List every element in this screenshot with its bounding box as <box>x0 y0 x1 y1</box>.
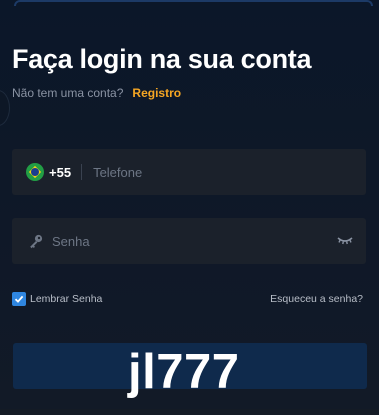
forgot-password-link[interactable]: Esqueceu a senha? <box>270 293 363 305</box>
register-prompt: Não tem uma conta? Registro <box>12 86 181 100</box>
checkmark-icon <box>14 295 24 303</box>
modal-edge-decoration <box>0 90 10 126</box>
field-separator <box>81 164 83 180</box>
brazil-flag-icon[interactable] <box>26 163 44 181</box>
phone-input[interactable] <box>93 164 324 180</box>
register-link[interactable]: Registro <box>132 86 181 100</box>
key-icon <box>30 234 43 249</box>
eye-closed-icon[interactable] <box>337 234 353 246</box>
phone-field[interactable]: +55 <box>12 149 366 195</box>
panel-top-border <box>14 0 373 6</box>
remember-checkbox[interactable] <box>12 292 26 306</box>
no-account-text: Não tem uma conta? <box>12 86 124 100</box>
remember-password-toggle[interactable]: Lembrar Senha <box>12 292 102 306</box>
watermark-text: jl777 <box>128 345 240 399</box>
password-field[interactable] <box>12 218 366 264</box>
login-panel: Faça login na sua conta Não tem uma cont… <box>0 0 379 415</box>
panel-bottom-edge <box>0 409 379 415</box>
remember-label: Lembrar Senha <box>30 293 103 305</box>
password-input[interactable] <box>52 233 312 249</box>
page-title: Faça login na sua conta <box>12 44 312 74</box>
country-dial-code[interactable]: +55 <box>49 165 71 180</box>
